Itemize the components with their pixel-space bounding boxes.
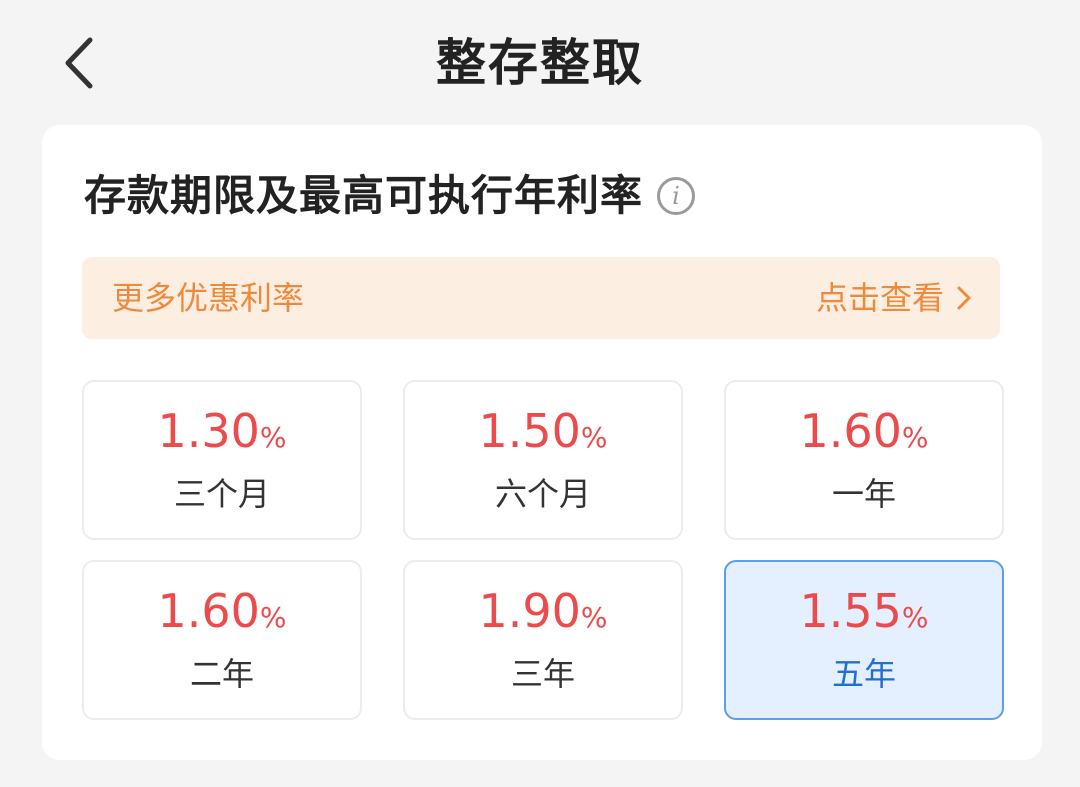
promo-label: 更多优惠利率 [112, 279, 305, 317]
term-label: 二年 [189, 655, 254, 693]
term-label: 三个月 [173, 475, 270, 513]
rate-number: 1.90 [478, 584, 581, 638]
promo-link[interactable]: 点击查看 [816, 257, 974, 339]
rate-number: 1.30 [157, 404, 260, 458]
term-label: 六个月 [494, 475, 591, 513]
rate-unit: % [259, 421, 287, 454]
rate-unit: % [901, 421, 929, 454]
rate-tile-5-years[interactable]: 1.55% 五年 [724, 560, 1004, 720]
section-title: 存款期限及最高可执行年利率 i [84, 169, 696, 223]
rate-value: 1.60% [84, 580, 360, 653]
rate-tile-2-years[interactable]: 1.60% 二年 [82, 560, 362, 720]
promo-banner[interactable]: 更多优惠利率 点击查看 [82, 257, 1000, 339]
rate-tile-1-year[interactable]: 1.60% 一年 [724, 380, 1004, 540]
chevron-right-icon [957, 286, 971, 310]
page-title: 整存整取 [436, 34, 644, 92]
rate-unit: % [580, 421, 608, 454]
rate-number: 1.60 [799, 404, 902, 458]
rate-grid: 1.30% 三个月 1.50% 六个月 1.60% 一年 1.60% 二年 1.… [82, 380, 1004, 722]
rate-number: 1.55 [799, 584, 902, 638]
nav-bar: 整存整取 [0, 0, 1080, 125]
rate-unit: % [580, 601, 608, 634]
rate-tile-6-months[interactable]: 1.50% 六个月 [403, 380, 683, 540]
info-icon[interactable]: i [657, 177, 696, 215]
rate-number: 1.60 [157, 584, 260, 638]
rate-value: 1.90% [405, 580, 681, 653]
rate-unit: % [259, 601, 287, 634]
rate-value: 1.50% [405, 400, 681, 473]
term-label: 一年 [831, 475, 896, 513]
section-title-text: 存款期限及最高可执行年利率 [84, 171, 644, 220]
rate-unit: % [901, 601, 929, 634]
rate-tile-3-months[interactable]: 1.30% 三个月 [82, 380, 362, 540]
rate-card: 存款期限及最高可执行年利率 i 更多优惠利率 点击查看 1.30% 三个月 1.… [42, 125, 1042, 760]
promo-link-text: 点击查看 [815, 279, 944, 317]
rate-tile-3-years[interactable]: 1.90% 三年 [403, 560, 683, 720]
rate-value: 1.30% [84, 400, 360, 473]
rate-value: 1.55% [726, 580, 1002, 653]
rate-value: 1.60% [726, 400, 1002, 473]
rate-number: 1.50 [478, 404, 581, 458]
term-label: 五年 [831, 655, 896, 693]
term-label: 三年 [510, 655, 575, 693]
